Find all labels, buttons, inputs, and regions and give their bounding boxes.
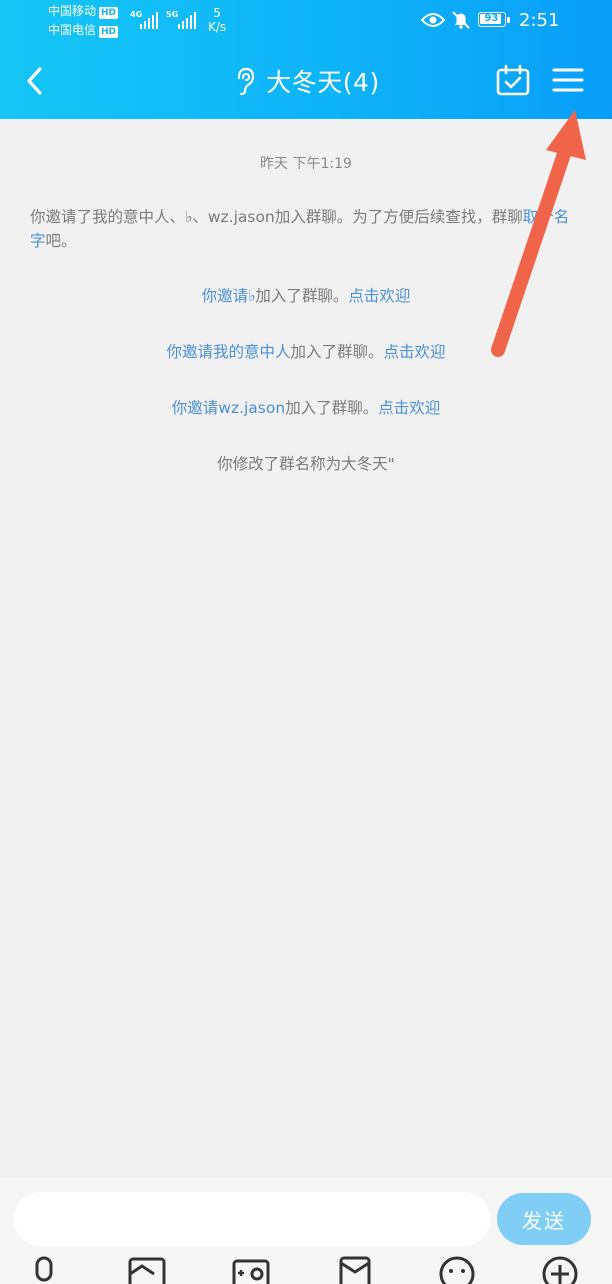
join-1-welcome-link[interactable]: 点击欢迎 xyxy=(348,287,410,305)
top-bar: 中国移动 HD 中国电信 HD 4G 5G 5 K/s 93 2:51 大冬天(… xyxy=(0,0,612,119)
message-input[interactable] xyxy=(14,1192,490,1246)
notice-text-b: 、wz.jason加入群聊。为了方便后续查找， xyxy=(192,208,492,226)
hd-badge: HD xyxy=(99,7,119,19)
emoji-icon[interactable] xyxy=(438,1254,476,1284)
system-notice-invite: 你邀请了我的意中人、♭、wz.jason加入群聊。为了方便后续查找，群聊取个名字… xyxy=(30,205,582,253)
join-1-text: 加入了群聊。 xyxy=(255,287,349,305)
image-icon[interactable] xyxy=(128,1254,168,1284)
red-packet-icon[interactable] xyxy=(338,1254,372,1284)
join-3-prefix: 你邀请 xyxy=(171,399,219,417)
speed-value: 5 xyxy=(213,6,221,20)
carrier-2-label: 中国电信 xyxy=(48,23,97,37)
battery-icon: 93 xyxy=(478,12,506,27)
carrier-1: 中国移动 HD xyxy=(48,4,119,19)
clock: 2:51 xyxy=(519,10,560,31)
chat-area[interactable]: 昨天 下午1:19 你邀请了我的意中人、♭、wz.jason加入群聊。为了方便后… xyxy=(0,119,612,1177)
hd-badge-2: HD xyxy=(99,26,119,38)
plus-icon[interactable] xyxy=(541,1254,579,1284)
battery-percent: 93 xyxy=(484,13,499,24)
status-bar: 中国移动 HD 中国电信 HD 4G 5G 5 K/s 93 2:51 xyxy=(0,0,612,44)
earpiece-mode-icon xyxy=(238,67,255,96)
join-3-member-name[interactable]: wz.jason xyxy=(218,399,285,417)
join-2-prefix: 你邀请 xyxy=(166,343,213,361)
join-notice-2: 你邀请我的意中人加入了群聊。点击欢迎 xyxy=(0,340,612,362)
join-3-text: 加入了群聊。 xyxy=(285,399,379,417)
battery-tip xyxy=(507,17,510,23)
carrier-2: 中国电信 HD xyxy=(48,23,119,38)
microphone-icon[interactable] xyxy=(28,1254,60,1284)
join-1-prefix: 你邀请 xyxy=(201,287,249,305)
chat-timestamp: 昨天 下午1:19 xyxy=(260,156,352,172)
page-title: 大冬天(4) xyxy=(266,68,380,97)
join-notice-3: 你邀请wz.jason加入了群聊。点击欢迎 xyxy=(0,396,612,418)
send-button[interactable]: 发送 xyxy=(497,1193,591,1245)
join-notice-1: 你邀请♭加入了群聊。点击欢迎 xyxy=(0,284,612,306)
menu-icon[interactable] xyxy=(552,66,584,94)
join-2-member-name[interactable]: 我的意中人 xyxy=(213,343,291,361)
rename-notice: 你修改了群名称为大冬天" xyxy=(217,455,395,473)
nav-bar: 大冬天(4) xyxy=(0,48,612,114)
calendar-check-icon[interactable] xyxy=(496,64,530,96)
mute-bell-icon xyxy=(452,11,470,29)
composer-bar: 发送 xyxy=(0,1178,612,1284)
notice-text-c: 群聊 xyxy=(491,208,523,226)
notice-text-a: 你邀请了我的意中人、 xyxy=(30,208,186,226)
join-2-welcome-link[interactable]: 点击欢迎 xyxy=(384,343,446,361)
join-2-text: 加入了群聊。 xyxy=(290,343,384,361)
eye-icon xyxy=(421,13,445,27)
notice-text-end: 吧。 xyxy=(45,232,77,250)
carrier-1-label: 中国移动 xyxy=(48,4,97,18)
network-speed: 5 K/s xyxy=(208,6,226,34)
join-3-welcome-link[interactable]: 点击欢迎 xyxy=(378,399,440,417)
speed-unit: K/s xyxy=(208,20,227,34)
camera-icon[interactable] xyxy=(232,1254,272,1284)
input-toolbar xyxy=(0,1254,612,1284)
